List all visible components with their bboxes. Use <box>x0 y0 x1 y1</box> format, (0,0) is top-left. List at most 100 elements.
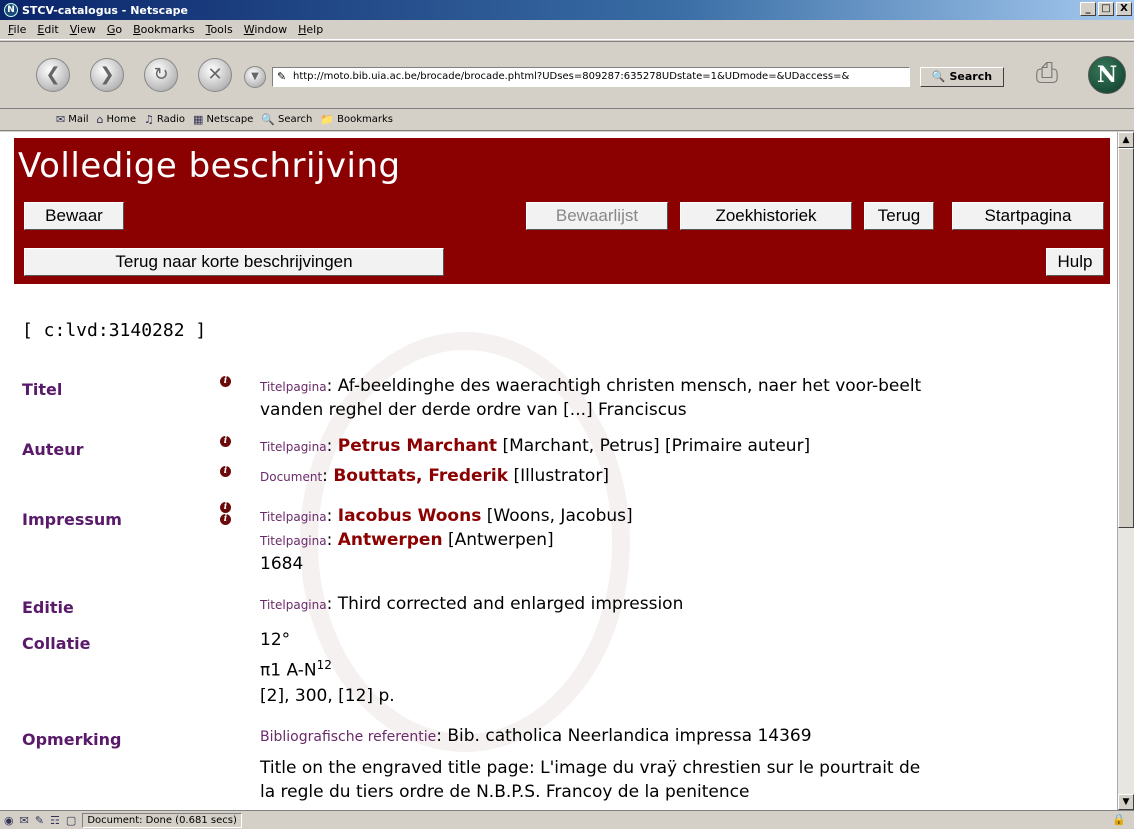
url-bar[interactable]: ✎ http://moto.bib.uia.ac.be/brocade/broc… <box>272 67 910 87</box>
magnifier-icon: 🔍 <box>931 70 946 83</box>
menu-view[interactable]: View <box>70 23 96 36</box>
printer-link[interactable]: Iacobus Woons <box>338 506 482 526</box>
collatie-signature: π1 A-N12 <box>260 658 332 681</box>
url-text: http://moto.bib.uia.ac.be/brocade/brocad… <box>293 71 850 82</box>
print-icon[interactable]: ⎙ <box>1030 56 1064 90</box>
home-icon: ⌂ <box>96 113 104 126</box>
bewaar-button[interactable]: Bewaar <box>24 202 124 230</box>
scroll-thumb[interactable] <box>1118 148 1134 528</box>
label-opmerking: Opmerking <box>22 730 122 749</box>
status-bar: ◉ ✉ ✎ ☶ ▢ Document: Done (0.681 secs) 🔒 <box>0 810 1134 829</box>
netscape-status-icon[interactable]: ◉ <box>4 814 14 827</box>
collatie-format: 12° <box>260 630 291 650</box>
record-id: [ c:lvd:3140282 ] <box>22 320 207 341</box>
menu-window[interactable]: Window <box>244 23 287 36</box>
forward-button[interactable]: ❯ <box>90 58 124 92</box>
page-icon: ✎ <box>277 70 287 83</box>
status-text: Document: Done (0.681 secs) <box>82 812 242 828</box>
back-button[interactable]: ❮ <box>36 58 70 92</box>
place-link[interactable]: Antwerpen <box>338 530 443 550</box>
menu-go[interactable]: Go <box>107 23 122 36</box>
forward-arrow-icon: ❯ <box>99 64 115 85</box>
auteur-row-2: Document: Bouttats, Frederik [Illustrato… <box>260 466 609 486</box>
source-link[interactable]: Document <box>260 470 322 484</box>
search-button[interactable]: 🔍 Search <box>920 67 1004 87</box>
throbber-letter: N <box>1096 62 1118 88</box>
author-extra: [Illustrator] <box>508 466 609 486</box>
scroll-down-button[interactable]: ▼ <box>1118 794 1134 810</box>
toolbar-home[interactable]: ⌂ Home <box>97 113 137 126</box>
maximize-button[interactable]: □ <box>1098 2 1114 16</box>
auteur-row-1: Titelpagina: Petrus Marchant [Marchant, … <box>260 436 811 456</box>
signature-sup: 12 <box>316 658 332 672</box>
startpagina-button[interactable]: Startpagina <box>952 202 1104 230</box>
toolbar-search-label: Search <box>278 114 313 125</box>
mail-icon: ✉ <box>56 113 66 126</box>
impressum-row-1: Titelpagina: Iacobus Woons [Woons, Jacob… <box>260 506 633 526</box>
menu-edit[interactable]: Edit <box>37 23 58 36</box>
titel-text-2: vanden reghel der derde ordre van [...] … <box>260 400 687 420</box>
close-button[interactable]: X <box>1116 2 1132 16</box>
source-link[interactable]: Titelpagina <box>260 534 327 548</box>
info-icon[interactable]: i <box>220 514 231 525</box>
toolbar-netscape-label: Netscape <box>206 114 254 125</box>
signature-text: π1 A-N <box>260 660 317 681</box>
security-lock-icon[interactable]: 🔒 <box>1112 813 1126 826</box>
menu-tools[interactable]: Tools <box>206 23 233 36</box>
terug-naar-korte-beschrijvingen-button[interactable]: Terug naar korte beschrijvingen <box>24 248 444 276</box>
bewaarlijst-button[interactable]: Bewaarlijst <box>526 202 668 230</box>
menu-file[interactable]: File <box>8 23 26 36</box>
hulp-button[interactable]: Hulp <box>1046 248 1104 276</box>
source-link[interactable]: Titelpagina <box>260 440 327 454</box>
dropdown-button[interactable]: ▼ <box>244 66 266 88</box>
menu-bookmarks[interactable]: Bookmarks <box>133 23 194 36</box>
composer-icon[interactable]: ✎ <box>35 814 44 827</box>
zoekhistoriek-button[interactable]: Zoekhistoriek <box>680 202 852 230</box>
source-link[interactable]: Titelpagina <box>260 380 327 394</box>
info-icon[interactable]: i <box>220 376 231 387</box>
personal-toolbar: ✉ Mail ⌂ Home ♫ Radio ▦ Netscape 🔍 Search 📁 Bo… <box>0 109 1134 131</box>
impressum-year: 1684 <box>260 554 304 574</box>
my-netscape-icon: ▦ <box>193 113 204 126</box>
info-icon[interactable]: i <box>220 502 231 513</box>
place-extra: [Antwerpen] <box>442 530 554 550</box>
toolbar-netscape[interactable]: ▦ Netscape <box>193 113 253 126</box>
reload-button[interactable]: ↻ <box>144 58 178 92</box>
search-button-label: Search <box>949 70 993 83</box>
label-titel: Titel <box>22 380 63 399</box>
window-icon[interactable]: ▢ <box>66 814 76 827</box>
page-viewport[interactable]: Volledige beschrijving Bewaar Bewaarlijs… <box>0 132 1117 810</box>
source-link[interactable]: Titelpagina <box>260 510 327 524</box>
toolbar-radio[interactable]: ♫ Radio <box>144 113 185 126</box>
stop-icon: ✕ <box>207 64 223 85</box>
toolbar-search[interactable]: 🔍 Search <box>261 113 312 126</box>
source-link[interactable]: Titelpagina <box>260 598 327 612</box>
netscape-throbber[interactable]: N <box>1088 56 1126 94</box>
toolbar-bookmarks[interactable]: 📁 Bookmarks <box>320 113 393 126</box>
terug-button[interactable]: Terug <box>864 202 934 230</box>
menu-bar: File Edit View Go Bookmarks Tools Window… <box>0 20 1134 40</box>
source-link[interactable]: Bibliografische referentie <box>260 729 436 745</box>
arrow-up-icon: ▲ <box>1122 135 1130 145</box>
scroll-up-button[interactable]: ▲ <box>1118 132 1134 148</box>
author-link[interactable]: Petrus Marchant <box>338 436 497 456</box>
toolbar-radio-label: Radio <box>156 114 186 125</box>
toolbar-mail[interactable]: ✉ Mail <box>56 113 89 126</box>
minimize-button[interactable]: _ <box>1080 2 1096 16</box>
menu-help[interactable]: Help <box>298 23 323 36</box>
mail-icon[interactable]: ✉ <box>20 814 29 827</box>
folder-icon: 📁 <box>320 113 335 126</box>
info-icon[interactable]: i <box>220 466 231 477</box>
author-link[interactable]: Bouttats, Frederik <box>333 466 508 486</box>
window-controls: _ □ X <box>1080 2 1132 16</box>
toolbar-bookmarks-label: Bookmarks <box>337 114 393 125</box>
vertical-scrollbar[interactable]: ▲ ▼ <box>1117 132 1134 810</box>
titel-line-1: Titelpagina: Af-beeldinghe des waerachti… <box>260 376 922 396</box>
toolbar-mail-label: Mail <box>68 114 89 125</box>
stop-button[interactable]: ✕ <box>198 58 232 92</box>
titel-text-1: Af-beeldinghe des waerachtigh christen m… <box>337 376 922 396</box>
address-book-icon[interactable]: ☶ <box>50 814 60 827</box>
headphones-icon: ♫ <box>144 113 154 126</box>
info-icon[interactable]: i <box>220 436 231 447</box>
netscape-app-icon: N <box>4 3 18 17</box>
